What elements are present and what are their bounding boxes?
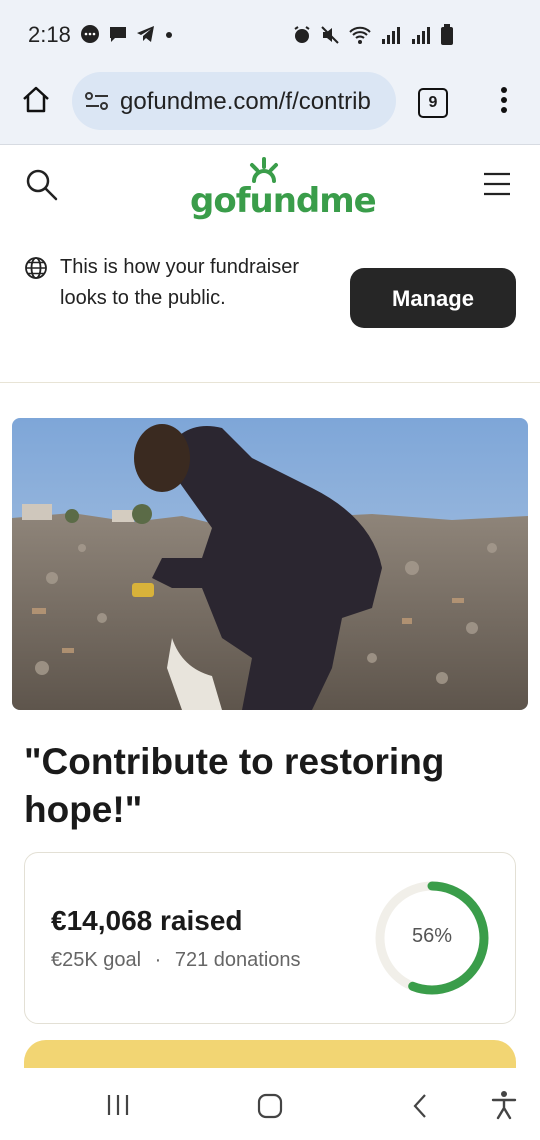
- home-nav-icon[interactable]: [256, 1092, 284, 1125]
- manage-button[interactable]: Manage: [350, 268, 516, 328]
- campaign-title: "Contribute to restoring hope!": [24, 741, 445, 830]
- system-nav-bar: [0, 1068, 540, 1140]
- public-view-notice: This is how your fundraiser looks to the…: [0, 232, 540, 383]
- more-options-icon[interactable]: [492, 86, 516, 121]
- message-icon: [108, 24, 128, 49]
- chat-bubble-icon: [80, 24, 100, 49]
- browser-toolbar: gofundme.com/f/contrib 9: [0, 72, 540, 145]
- home-icon[interactable]: [20, 84, 52, 121]
- signal-icon: [380, 25, 402, 50]
- status-time: 2:18: [28, 22, 71, 47]
- site-header: gofundme: [0, 145, 540, 227]
- progress-ring: 56%: [371, 877, 493, 999]
- gofundme-logo[interactable]: gofundme: [190, 181, 377, 221]
- amount-raised: €14,068 raised: [51, 905, 243, 936]
- tab-switcher-button[interactable]: 9: [418, 88, 448, 118]
- battery-icon: [440, 24, 454, 51]
- status-bar: 2:18: [0, 0, 540, 72]
- globe-icon: [24, 256, 48, 285]
- address-bar[interactable]: gofundme.com/f/contrib: [72, 72, 396, 130]
- campaign-photo[interactable]: [12, 418, 528, 710]
- donation-count[interactable]: 721 donations: [175, 949, 301, 971]
- dot-icon: [164, 24, 174, 49]
- recent-apps-icon[interactable]: [106, 1092, 130, 1123]
- goal-amount: €25K goal: [51, 949, 142, 971]
- back-icon[interactable]: [410, 1092, 430, 1125]
- status-system-icons: [292, 24, 454, 51]
- url-text[interactable]: gofundme.com/f/contrib: [120, 88, 388, 116]
- signal-icon: [410, 25, 432, 50]
- donation-stats-card: €14,068 raised €25K goal · 721 donations…: [24, 852, 516, 1024]
- wifi-icon: [348, 25, 372, 50]
- alarm-icon: [292, 25, 312, 50]
- progress-percent: 56%: [411, 925, 453, 947]
- search-icon[interactable]: [24, 167, 60, 208]
- site-settings-icon[interactable]: [84, 90, 110, 117]
- goal-and-donations: €25K goal · 721 donations: [51, 949, 301, 972]
- status-notification-icons: [80, 24, 174, 49]
- mute-icon: [320, 25, 340, 50]
- separator-dot: ·: [154, 949, 162, 971]
- telegram-icon: [136, 24, 156, 49]
- menu-icon[interactable]: [482, 171, 512, 202]
- notice-text: This is how your fundraiser looks to the…: [60, 256, 299, 309]
- accessibility-icon[interactable]: [490, 1090, 518, 1125]
